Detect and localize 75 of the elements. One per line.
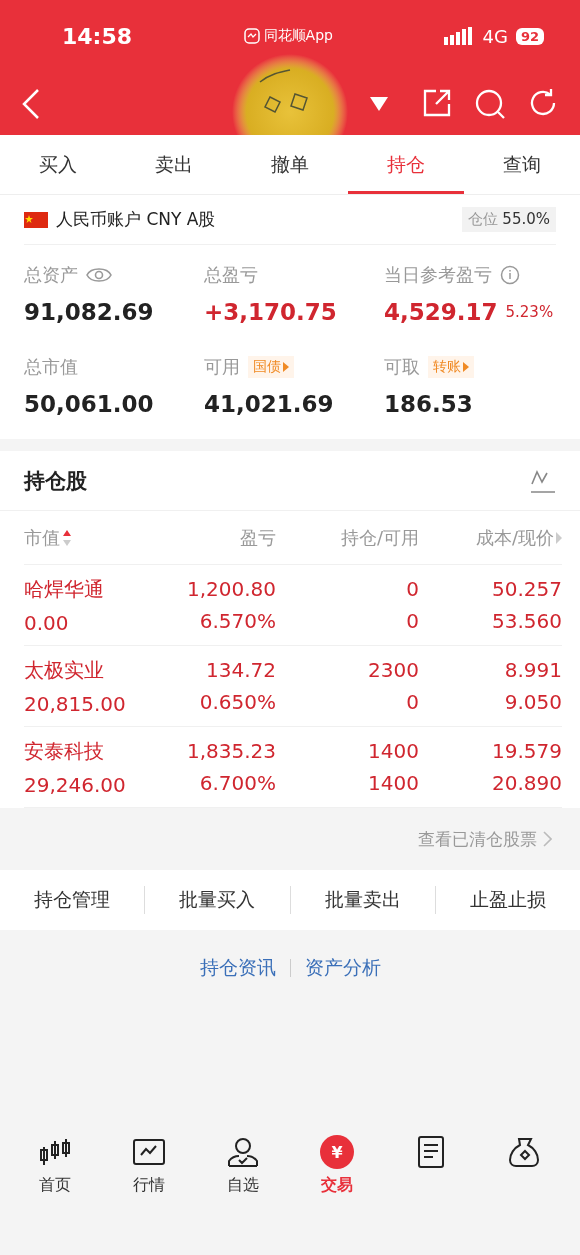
table-cell: 1,835.23 — [186, 739, 276, 763]
money-bag-icon — [508, 1135, 542, 1169]
table-cell: 0 — [406, 690, 419, 714]
action-button[interactable]: 止盈止损 — [434, 886, 580, 914]
chevron-right-icon — [556, 531, 562, 544]
table-cell: 29,246.00 — [24, 772, 126, 797]
position-label: 仓位 — [468, 210, 499, 229]
table-cell: 6.700% — [199, 771, 276, 795]
eye-icon[interactable] — [86, 267, 112, 283]
action-button[interactable]: 批量买入 — [144, 886, 290, 914]
section-title: 持仓股 — [24, 467, 87, 495]
person-icon — [226, 1135, 260, 1169]
table-cell: 0 — [406, 577, 419, 601]
table-cell: 1400 — [368, 771, 419, 795]
stat-label: 总资产 — [24, 263, 78, 287]
battery-level: 92 — [515, 27, 544, 45]
stat-value: +3,170.75 — [204, 299, 337, 325]
table-cell: 6.570% — [199, 609, 276, 633]
table-cell: 50.257 — [492, 577, 562, 601]
nav-item[interactable]: 首页 — [8, 1135, 102, 1205]
action-button[interactable]: 批量卖出 — [289, 886, 435, 914]
refresh-icon[interactable] — [528, 87, 558, 118]
stat-percent: 5.23% — [505, 303, 554, 321]
stat-value: 4,529.17 — [384, 299, 498, 325]
stat-value: 50,061.00 — [24, 391, 154, 417]
stat-value: 41,021.69 — [204, 391, 334, 417]
table-cell: 20,815.00 — [24, 691, 126, 716]
stat-label: 可取 — [384, 355, 420, 379]
table-cell: 53.560 — [492, 609, 562, 633]
action-button[interactable]: 持仓管理 — [0, 886, 145, 914]
table-cell: 0.650% — [199, 690, 276, 714]
column-header: 成本/现价 — [419, 525, 562, 550]
nav-item[interactable]: ¥ 交易 — [290, 1135, 384, 1205]
table-cell: 20.890 — [492, 771, 562, 795]
link[interactable]: 持仓资讯 — [185, 955, 290, 981]
dropdown-caret-icon[interactable] — [370, 96, 388, 111]
signal-icon — [444, 27, 475, 45]
stat-label: 总市值 — [24, 355, 78, 379]
status-time: 14:58 — [62, 23, 133, 49]
info-icon[interactable] — [500, 265, 520, 285]
table-cell: 8.991 — [504, 658, 562, 682]
back-icon[interactable] — [22, 87, 40, 120]
chevron-right-icon — [543, 831, 552, 847]
table-cell: 2300 — [368, 658, 419, 682]
table-cell: 19.579 — [492, 739, 562, 763]
stock-name[interactable]: 哈焊华通 — [24, 575, 104, 603]
table-cell: 134.72 — [206, 658, 276, 682]
link[interactable]: 资产分析 — [290, 955, 395, 981]
table-cell: 1,200.80 — [186, 577, 276, 601]
flag-icon — [24, 211, 48, 228]
triangle-right-icon — [463, 362, 469, 372]
yuan-icon: ¥ — [320, 1135, 354, 1169]
column-header: 持仓/可用 — [339, 525, 419, 550]
share-icon[interactable] — [422, 87, 452, 118]
stat-value: 91,082.69 — [24, 299, 154, 325]
stock-name[interactable]: 安泰科技 — [24, 737, 104, 765]
app-logo-icon — [243, 28, 260, 44]
triangle-right-icon — [283, 362, 289, 372]
nav-item[interactable]: 自选 — [196, 1135, 290, 1205]
table-cell: 9.050 — [504, 690, 562, 714]
column-header: 盈亏 — [239, 525, 276, 550]
network-type: 4G — [482, 25, 508, 47]
account-name: 人民币账户 CNY A股 — [56, 208, 216, 231]
table-cell: 1400 — [368, 739, 419, 763]
table-cell: 0.00 — [24, 610, 69, 635]
search-icon[interactable] — [474, 87, 506, 120]
app-name: 同花顺App — [263, 27, 333, 45]
table-cell: 0 — [406, 609, 419, 633]
stat-label: 当日参考盈亏 — [384, 263, 492, 287]
stat-label: 总盈亏 — [204, 263, 258, 287]
stock-name[interactable]: 太极实业 — [24, 656, 104, 684]
position-value: 55.0% — [502, 210, 550, 229]
nav-item[interactable]: 行情 — [102, 1135, 196, 1205]
stat-value: 186.53 — [384, 391, 473, 417]
stat-label: 可用 — [204, 355, 240, 379]
